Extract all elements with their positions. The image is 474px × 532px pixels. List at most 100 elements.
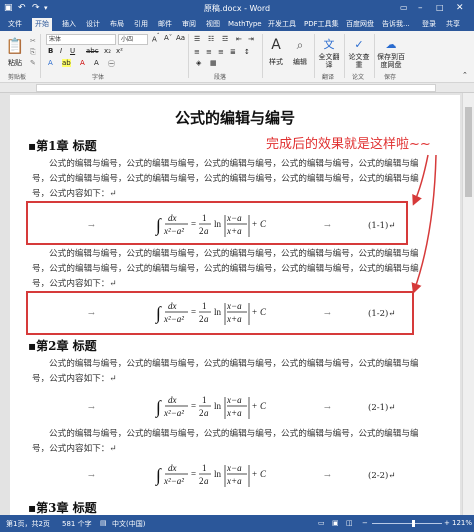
svg-text:+: + bbox=[252, 401, 257, 411]
share-button[interactable]: 共享 bbox=[446, 19, 460, 29]
styles-button[interactable]: 样式 bbox=[266, 57, 286, 67]
font-name-combo[interactable]: 宋体 bbox=[46, 34, 116, 45]
proofing-icon[interactable]: ▤ bbox=[100, 519, 107, 527]
superscript-icon[interactable]: x² bbox=[116, 47, 123, 55]
edit-button[interactable]: 编辑 bbox=[290, 57, 310, 67]
decrease-indent-icon[interactable]: ⇤ bbox=[236, 35, 242, 43]
grow-font-icon[interactable]: Aˆ bbox=[152, 34, 160, 43]
shading-icon[interactable]: ◈ bbox=[196, 59, 201, 67]
thesis-group-label: 论文 bbox=[352, 74, 365, 81]
translate-icon[interactable]: 文 bbox=[318, 36, 340, 52]
font-group-label: 字体 bbox=[92, 74, 105, 81]
borders-icon[interactable]: ▦ bbox=[210, 59, 217, 67]
maximize-icon[interactable]: □ bbox=[436, 2, 444, 14]
cut-icon[interactable]: ✂ bbox=[30, 37, 36, 45]
increase-indent-icon[interactable]: ⇥ bbox=[248, 35, 254, 43]
format-painter-icon[interactable]: ✎ bbox=[30, 59, 36, 67]
sign-in-link[interactable]: 登录 bbox=[422, 19, 436, 29]
ribbon: 📋 粘贴 ✂ ⎘ ✎ 剪贴板 宋体 小四 Aˆ Aˇ Aa B I U abc … bbox=[0, 31, 474, 83]
find-icon[interactable]: ⌕ bbox=[290, 36, 310, 54]
highlight-icon[interactable]: ab bbox=[62, 59, 71, 67]
ribbon-display-icon[interactable]: ▭ bbox=[400, 2, 408, 14]
svg-text:C: C bbox=[260, 401, 267, 411]
scrollbar-thumb[interactable] bbox=[465, 107, 472, 197]
bold-icon[interactable]: B bbox=[48, 47, 53, 55]
justify-icon[interactable]: ≣ bbox=[230, 48, 236, 56]
tab-insert[interactable]: 插入 bbox=[62, 19, 76, 29]
subscript-icon[interactable]: x₂ bbox=[104, 47, 111, 55]
copy-icon[interactable]: ⎘ bbox=[30, 48, 36, 57]
document-page[interactable]: 公式的编辑与编号 完成后的效果就是这样啦~~ ▪第1章 标题 公式的编辑与编号，… bbox=[10, 95, 460, 515]
line-spacing-icon[interactable]: ↕ bbox=[244, 48, 250, 56]
tab-baidu[interactable]: 百度网盘 bbox=[346, 19, 374, 29]
tab-pdf[interactable]: PDF工具集 bbox=[304, 19, 339, 29]
vertical-scrollbar[interactable] bbox=[462, 93, 474, 515]
styles-icon[interactable]: A bbox=[266, 36, 286, 54]
shrink-font-icon[interactable]: Aˇ bbox=[164, 34, 172, 42]
ribbon-tabs: 文件 开始 插入 设计 布局 引用 邮件 审阅 视图 MathType 开发工具… bbox=[0, 17, 474, 31]
char-shading-icon[interactable]: A bbox=[94, 59, 99, 67]
align-center-icon[interactable]: ≡ bbox=[206, 48, 212, 56]
tab-developer[interactable]: 开发工具 bbox=[268, 19, 296, 29]
change-case-icon[interactable]: Aa bbox=[176, 34, 185, 42]
tab-design[interactable]: 设计 bbox=[86, 19, 100, 29]
zoom-slider-thumb[interactable] bbox=[412, 520, 415, 527]
language-indicator[interactable]: 中文(中国) bbox=[112, 519, 145, 529]
thesis-check-icon[interactable]: ✓ bbox=[348, 36, 370, 52]
separator bbox=[314, 34, 315, 78]
minimize-icon[interactable]: – bbox=[418, 2, 423, 14]
tab-arrow: → bbox=[88, 403, 95, 412]
save-to-baidu-button[interactable]: 保存到百度网盘 bbox=[376, 53, 406, 69]
svg-text:+: + bbox=[252, 469, 257, 479]
document-canvas[interactable]: 公式的编辑与编号 完成后的效果就是这样啦~~ ▪第1章 标题 公式的编辑与编号，… bbox=[0, 93, 462, 515]
svg-text:x+a: x+a bbox=[226, 476, 242, 486]
status-bar: 第1页，共2页 581 个字 ▤ 中文(中国) ▭ ▣ ◫ − + 121% bbox=[0, 515, 474, 532]
equation-4[interactable]: → ∫ dx x²−a² = 1 2a ln x−a x+a + C → (2-… bbox=[32, 457, 422, 493]
horizontal-ruler[interactable] bbox=[0, 83, 474, 93]
tab-home[interactable]: 开始 bbox=[32, 18, 52, 31]
numbering-icon[interactable]: ☷ bbox=[208, 35, 214, 43]
italic-icon[interactable]: I bbox=[60, 47, 62, 55]
enclose-char-icon[interactable]: ㊀ bbox=[108, 59, 115, 69]
paragraph-2: 公式的编辑与编号，公式的编辑与编号，公式的编辑与编号，公式的编辑与编号，公式的编… bbox=[32, 249, 419, 289]
font-size-combo[interactable]: 小四 bbox=[118, 34, 148, 45]
tab-mathtype[interactable]: MathType bbox=[228, 19, 262, 29]
align-right-icon[interactable]: ≡ bbox=[218, 48, 224, 56]
multilevel-list-icon[interactable]: ☲ bbox=[222, 35, 228, 43]
tab-layout[interactable]: 布局 bbox=[110, 19, 124, 29]
collapse-ribbon-icon[interactable]: ⌃ bbox=[462, 71, 468, 79]
font-color-icon[interactable]: A bbox=[80, 59, 85, 67]
page-count[interactable]: 第1页，共2页 bbox=[6, 519, 50, 529]
full-translate-button[interactable]: 全文翻译 bbox=[316, 53, 342, 69]
highlight-box-1 bbox=[26, 201, 408, 245]
close-icon[interactable]: ✕ bbox=[456, 2, 464, 14]
baidu-cloud-icon[interactable]: ☁ bbox=[380, 36, 402, 52]
tab-mailings[interactable]: 邮件 bbox=[158, 19, 172, 29]
tab-view[interactable]: 视图 bbox=[206, 19, 220, 29]
svg-text:1: 1 bbox=[202, 395, 207, 405]
tab-references[interactable]: 引用 bbox=[134, 19, 148, 29]
equation-3[interactable]: → ∫ dx x²−a² = 1 2a ln x−a x+a + C → (2-… bbox=[32, 389, 422, 425]
zoom-out-icon[interactable]: − bbox=[362, 519, 368, 527]
word-count[interactable]: 581 个字 bbox=[62, 519, 92, 529]
bullets-icon[interactable]: ☰ bbox=[194, 35, 200, 43]
paragraph-3: 公式的编辑与编号，公式的编辑与编号，公式的编辑与编号，公式的编辑与编号，公式的编… bbox=[32, 359, 419, 384]
zoom-level[interactable]: 121% bbox=[452, 519, 472, 527]
paste-icon[interactable]: 📋 bbox=[6, 36, 25, 56]
tell-me-search[interactable]: 告诉我... bbox=[382, 19, 410, 29]
web-layout-icon[interactable]: ◫ bbox=[346, 519, 353, 527]
strikethrough-icon[interactable]: abc bbox=[86, 47, 99, 55]
clipboard-group-label: 剪贴板 bbox=[8, 74, 27, 81]
tab-file[interactable]: 文件 bbox=[8, 19, 22, 29]
text-effects-icon[interactable]: A bbox=[48, 59, 53, 67]
underline-icon[interactable]: U bbox=[70, 47, 75, 55]
zoom-in-icon[interactable]: + bbox=[444, 519, 450, 527]
paste-button[interactable]: 粘贴 bbox=[4, 58, 26, 68]
read-mode-icon[interactable]: ▭ bbox=[318, 519, 325, 527]
tab-review[interactable]: 审阅 bbox=[182, 19, 196, 29]
print-layout-icon[interactable]: ▣ bbox=[332, 519, 339, 527]
svg-text:x−a: x−a bbox=[226, 395, 242, 405]
thesis-check-button[interactable]: 论文查重 bbox=[346, 53, 372, 69]
align-left-icon[interactable]: ≡ bbox=[194, 48, 200, 56]
zoom-slider[interactable] bbox=[372, 523, 442, 524]
